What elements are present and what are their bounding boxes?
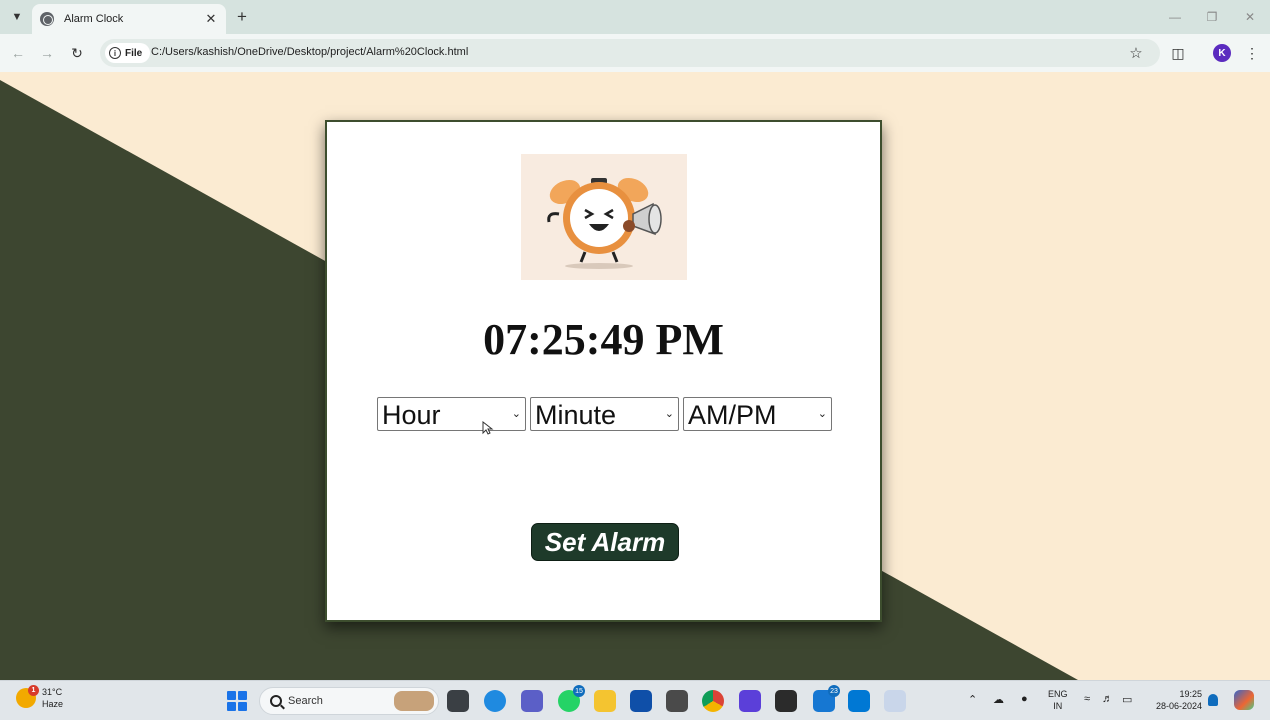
browser-toolbar: ← → ↻ i File C:/Users/kashish/OneDrive/D… <box>0 34 1270 72</box>
page-viewport: 07:25:49 PM Hour ⌄ Minute ⌄ AM/PM ⌄ Set … <box>0 72 1270 680</box>
minute-select[interactable]: Minute ⌄ <box>530 397 679 431</box>
close-window-button[interactable]: ✕ <box>1241 8 1259 26</box>
reload-icon: ↻ <box>71 44 83 61</box>
app-cube-icon[interactable] <box>666 690 688 712</box>
chevron-down-icon: ▼ <box>11 11 23 23</box>
microphone-icon[interactable]: ● <box>1021 693 1028 705</box>
minimize-icon: — <box>1169 10 1181 24</box>
set-alarm-button[interactable]: Set Alarm <box>531 523 679 561</box>
system-clock[interactable]: 19:25 28-06-2024 <box>1148 688 1202 712</box>
alarm-clock-illustration <box>521 154 687 280</box>
app-editor-icon[interactable] <box>739 690 761 712</box>
volume-icon[interactable]: ♬ <box>1102 693 1113 705</box>
chevron-up-icon[interactable]: ⌃ <box>968 693 977 706</box>
system-time: 19:25 <box>1179 689 1202 699</box>
snipping-tool-icon[interactable] <box>884 690 906 712</box>
profile-avatar[interactable]: K <box>1213 44 1231 62</box>
hour-select[interactable]: Hour ⌄ <box>377 397 526 431</box>
battery-icon[interactable]: ▭ <box>1122 693 1132 706</box>
task-view-icon[interactable] <box>447 690 469 712</box>
chevron-down-icon: ⌄ <box>511 408 521 420</box>
new-tab-button[interactable]: + <box>232 7 252 27</box>
address-bar[interactable]: i File C:/Users/kashish/OneDrive/Desktop… <box>100 39 1160 67</box>
taskbar-search-label: Search <box>288 695 323 707</box>
ampm-select-value: AM/PM <box>688 400 777 430</box>
browser-tab[interactable]: Alarm Clock ✕ <box>32 4 226 34</box>
edge-browser-icon[interactable] <box>484 690 506 712</box>
outlook-badge: 23 <box>828 685 840 697</box>
mouse-pointer-icon <box>482 421 494 435</box>
extensions-button[interactable]: ◫ <box>1167 42 1189 64</box>
copilot-icon[interactable] <box>1234 690 1254 710</box>
plus-icon: + <box>237 7 247 26</box>
language-line2: IN <box>1053 701 1063 711</box>
bookmark-button[interactable]: ☆ <box>1126 43 1146 63</box>
wifi-icon[interactable]: ≈ <box>1084 693 1090 705</box>
whatsapp-badge: 15 <box>573 685 585 697</box>
globe-icon <box>40 12 54 26</box>
info-icon: i <box>109 47 121 59</box>
terminal-icon[interactable] <box>775 690 797 712</box>
reload-button[interactable]: ↻ <box>66 42 88 64</box>
search-highlight-image <box>394 691 434 711</box>
tab-strip: ▼ Alarm Clock ✕ + — ❐ ✕ <box>0 0 1270 34</box>
minute-select-value: Minute <box>535 400 617 430</box>
close-icon: ✕ <box>1244 10 1256 24</box>
file-explorer-icon[interactable] <box>594 690 616 712</box>
alarm-card: 07:25:49 PM Hour ⌄ Minute ⌄ AM/PM ⌄ Set … <box>325 120 882 622</box>
more-vertical-icon: ⋮ <box>1245 44 1259 61</box>
restore-button[interactable]: ❐ <box>1203 8 1221 26</box>
tab-title: Alarm Clock <box>64 13 124 25</box>
restore-icon: ❐ <box>1206 10 1218 24</box>
weather-alert-badge: 1 <box>28 685 39 696</box>
windows-start-icon[interactable] <box>227 691 247 711</box>
vscode-icon[interactable] <box>848 690 870 712</box>
weather-text: 31°C Haze <box>42 686 63 710</box>
weather-widget[interactable]: 1 31°C Haze <box>16 685 63 710</box>
whatsapp-icon[interactable]: 15 <box>558 685 585 712</box>
back-button[interactable]: ← <box>7 42 29 64</box>
outlook-icon[interactable]: 23 <box>813 685 840 712</box>
url-text[interactable]: C:/Users/kashish/OneDrive/Desktop/projec… <box>151 46 468 58</box>
site-info-label: File <box>125 47 143 59</box>
star-icon: ☆ <box>1129 45 1143 62</box>
hour-select-value: Hour <box>382 400 441 430</box>
system-date: 28-06-2024 <box>1155 701 1202 711</box>
cloud-icon[interactable]: ☁ <box>993 693 1004 706</box>
store-icon[interactable] <box>630 690 652 712</box>
taskbar-search[interactable]: Search <box>259 687 439 715</box>
weather-temp: 31°C <box>42 687 63 697</box>
forward-button[interactable]: → <box>36 42 58 64</box>
tab-search-button[interactable]: ▼ <box>6 6 28 28</box>
ampm-select[interactable]: AM/PM ⌄ <box>683 397 832 431</box>
tab-close-button[interactable]: ✕ <box>202 10 220 28</box>
weather-sun-icon: 1 <box>16 685 39 708</box>
notification-bell-icon[interactable] <box>1208 694 1218 706</box>
current-time-display: 07:25:49 PM <box>483 315 724 364</box>
browser-menu-button[interactable]: ⋮ <box>1241 42 1263 64</box>
chrome-icon[interactable] <box>702 690 724 712</box>
arrow-left-icon: ← <box>11 45 25 61</box>
close-icon: ✕ <box>205 11 217 26</box>
language-line1: ENG <box>1048 689 1068 699</box>
teams-icon[interactable] <box>521 690 543 712</box>
alarm-time-selectors: Hour ⌄ Minute ⌄ AM/PM ⌄ <box>377 397 832 431</box>
search-icon <box>270 695 282 707</box>
chevron-down-icon: ⌄ <box>817 408 827 420</box>
windows-taskbar: 1 31°C Haze Search 15 23 ⌃ ☁ ● ENG IN ≈ … <box>0 680 1270 720</box>
language-indicator[interactable]: ENG IN <box>1048 688 1068 712</box>
weather-desc: Haze <box>42 699 64 709</box>
arrow-right-icon: → <box>40 45 54 61</box>
site-info-chip[interactable]: i File <box>105 43 151 63</box>
minimize-button[interactable]: — <box>1166 8 1184 26</box>
puzzle-icon: ◫ <box>1171 44 1185 61</box>
chevron-down-icon: ⌄ <box>664 408 674 420</box>
